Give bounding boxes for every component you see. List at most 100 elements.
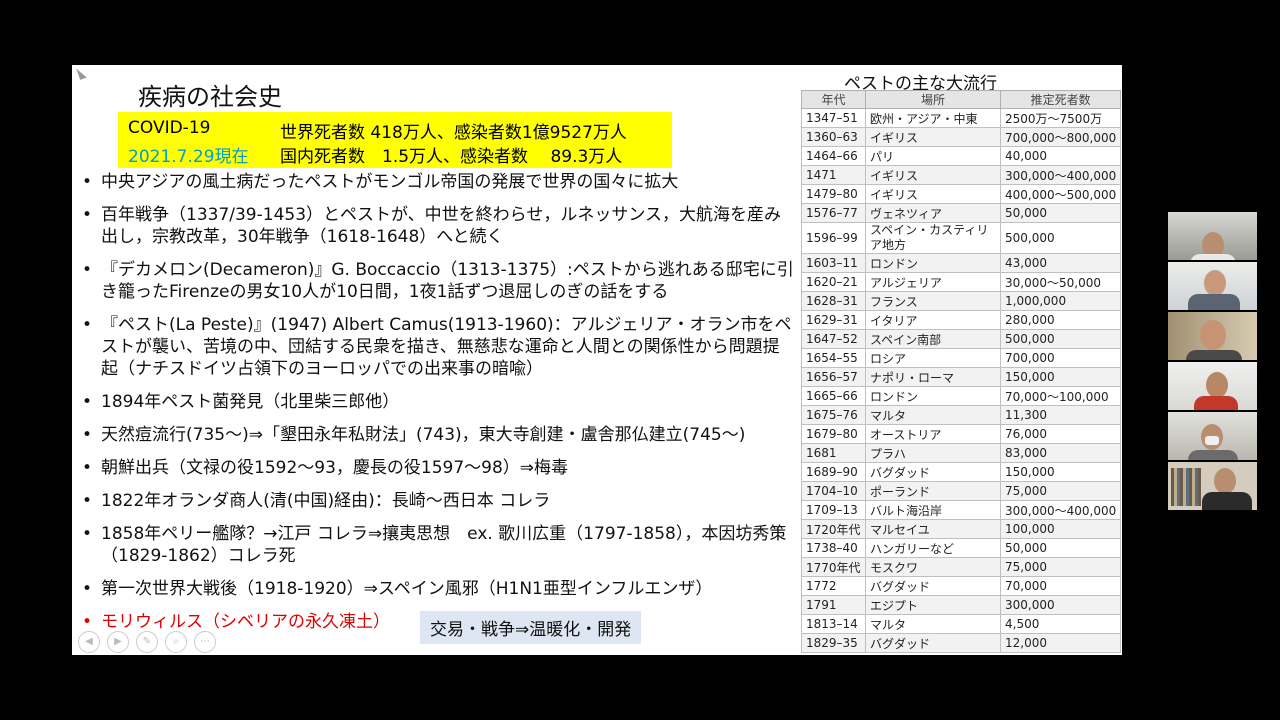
- place-cell: バグダッド: [865, 633, 1001, 653]
- place-cell: マルタ: [865, 614, 1001, 634]
- next-icon[interactable]: ▶: [107, 631, 129, 653]
- deaths-cell: 70,000: [999, 576, 1122, 596]
- table-row: 1829–35 バグダッド 12,000: [801, 633, 1122, 653]
- place-cell: スペイン南部: [865, 329, 1001, 349]
- covid-date: 2021.7.29現在: [128, 147, 249, 167]
- table-row: 1464–66 パリ 40,000: [801, 146, 1122, 166]
- slideshow-controls: ◀ ▶ ✎ ⌕ ⋯: [78, 629, 223, 653]
- deaths-cell: 50,000: [999, 538, 1122, 558]
- participant-panel: [1168, 212, 1257, 512]
- bullet-list: 中央アジアの風土病だったペストがモンゴル帝国の発展で世界の国々に拡大 百年戦争（…: [82, 171, 794, 644]
- year-cell: 1464–66: [801, 146, 866, 166]
- plague-table: 年代 場所 推定死者数 1347–51 欧州・アジア・中東 2500万〜7500万 1…: [801, 90, 1122, 653]
- bullet-item: 朝鮮出兵（文禄の役1592〜93，慶長の役1597〜98）⇒梅毒: [82, 457, 794, 479]
- table-row: 1629–31 イタリア 280,000: [801, 310, 1122, 330]
- table-row: 1681 プラハ 83,000: [801, 443, 1122, 463]
- deaths-cell: 76,000: [999, 424, 1122, 444]
- place-cell: フランス: [865, 291, 1001, 311]
- place-cell: イギリス: [865, 127, 1001, 147]
- table-row: 1689–90 バグダッド 150,000: [801, 462, 1122, 482]
- place-cell: イギリス: [865, 165, 1001, 185]
- year-cell: 1681: [801, 443, 866, 463]
- year-cell: 1596–99: [801, 222, 866, 254]
- deaths-cell: 75,000: [999, 481, 1122, 501]
- bullet-item: 『デカメロン(Decameron)』G. Boccaccio（1313-1375…: [82, 259, 794, 303]
- participant-tile[interactable]: [1168, 212, 1257, 260]
- place-cell: ロンドン: [865, 253, 1001, 273]
- year-cell: 1620–21: [801, 272, 866, 292]
- year-cell: 1347–51: [801, 108, 866, 128]
- place-cell: マルタ: [865, 405, 1001, 425]
- covid-label: COVID-19: [128, 118, 211, 138]
- place-cell: バグダッド: [865, 462, 1001, 482]
- deaths-cell: 12,000: [999, 633, 1122, 653]
- participant-tile[interactable]: [1168, 262, 1257, 310]
- prev-icon[interactable]: ◀: [78, 631, 100, 653]
- covid-stats-box: COVID-19 世界死者数 418万人、感染者数1億9527万人 2021.7…: [118, 112, 672, 168]
- place-cell: ハンガリーなど: [865, 538, 1001, 558]
- column-header: 年代: [801, 90, 866, 109]
- year-cell: 1603–11: [801, 253, 866, 273]
- deaths-cell: 300,000〜400,000: [999, 500, 1122, 520]
- table-row: 1654–55 ロシア 700,000: [801, 348, 1122, 368]
- table-row: 1704–10 ポーランド 75,000: [801, 481, 1122, 501]
- deaths-cell: 1,000,000: [999, 291, 1122, 311]
- year-cell: 1770年代: [801, 557, 866, 577]
- presentation-slide: 疾病の社会史 COVID-19 世界死者数 418万人、感染者数1億9527万人…: [72, 65, 1122, 655]
- year-cell: 1689–90: [801, 462, 866, 482]
- participant-tile[interactable]: [1168, 312, 1257, 360]
- place-cell: プラハ: [865, 443, 1001, 463]
- place-cell: パリ: [865, 146, 1001, 166]
- column-header: 場所: [865, 90, 1001, 109]
- year-cell: 1813–14: [801, 614, 866, 634]
- place-cell: 欧州・アジア・中東: [865, 108, 1001, 128]
- bullet-item: 1894年ペスト菌発見（北里柴三郎他）: [82, 391, 794, 413]
- participant-tile[interactable]: [1168, 412, 1257, 460]
- deaths-cell: 30,000〜50,000: [999, 272, 1122, 292]
- deaths-cell: 75,000: [999, 557, 1122, 577]
- deaths-cell: 43,000: [999, 253, 1122, 273]
- table-header-row: 年代 場所 推定死者数: [801, 90, 1122, 109]
- zoom-icon[interactable]: ⌕: [165, 631, 187, 653]
- deaths-cell: 11,300: [999, 405, 1122, 425]
- more-icon[interactable]: ⋯: [194, 631, 216, 653]
- place-cell: モスクワ: [865, 557, 1001, 577]
- table-row: 1738–40 ハンガリーなど 50,000: [801, 538, 1122, 558]
- pen-icon[interactable]: ✎: [136, 631, 158, 653]
- bullet-item: 1822年オランダ商人(清(中国)経由)：長崎〜西日本 コレラ: [82, 490, 794, 512]
- deaths-cell: 500,000: [999, 329, 1122, 349]
- year-cell: 1772: [801, 576, 866, 596]
- place-cell: ロシア: [865, 348, 1001, 368]
- table-row: 1772 バグダッド 70,000: [801, 576, 1122, 596]
- table-row: 1656–57 ナポリ・ローマ 150,000: [801, 367, 1122, 387]
- table-row: 1596–99 スペイン・カスティリア地方 500,000: [801, 222, 1122, 254]
- year-cell: 1709–13: [801, 500, 866, 520]
- year-cell: 1576–77: [801, 203, 866, 223]
- year-cell: 1471: [801, 165, 866, 185]
- bullet-item: 天然痘流行(735〜)⇒「墾田永年私財法」(743)，東大寺創建・盧舎那仏建立(…: [82, 424, 794, 446]
- table-row: 1647–52 スペイン南部 500,000: [801, 329, 1122, 349]
- participant-tile[interactable]: [1168, 462, 1257, 510]
- year-cell: 1629–31: [801, 310, 866, 330]
- deaths-cell: 700,000〜800,000: [999, 127, 1122, 147]
- bookshelf: [1171, 468, 1201, 506]
- deaths-cell: 700,000: [999, 348, 1122, 368]
- year-cell: 1738–40: [801, 538, 866, 558]
- year-cell: 1704–10: [801, 481, 866, 501]
- table-row: 1679–80 オーストリア 76,000: [801, 424, 1122, 444]
- year-cell: 1656–57: [801, 367, 866, 387]
- table-row: 1620–21 アルジェリア 30,000〜50,000: [801, 272, 1122, 292]
- bullet-item: 百年戦争（1337/39-1453）とペストが、中世を終わらせ，ルネッサンス，大…: [82, 204, 794, 248]
- year-cell: 1829–35: [801, 633, 866, 653]
- column-header: 推定死者数: [999, 90, 1122, 109]
- deaths-cell: 300,000: [999, 595, 1122, 615]
- deaths-cell: 280,000: [999, 310, 1122, 330]
- deaths-cell: 150,000: [999, 367, 1122, 387]
- mouse-cursor-icon: [76, 66, 87, 80]
- table-row: 1628–31 フランス 1,000,000: [801, 291, 1122, 311]
- year-cell: 1628–31: [801, 291, 866, 311]
- domestic-stats: 国内死者数 1.5万人、感染者数 89.3万人: [280, 147, 623, 167]
- participant-tile[interactable]: [1168, 362, 1257, 410]
- place-cell: ナポリ・ローマ: [865, 367, 1001, 387]
- year-cell: 1720年代: [801, 519, 866, 539]
